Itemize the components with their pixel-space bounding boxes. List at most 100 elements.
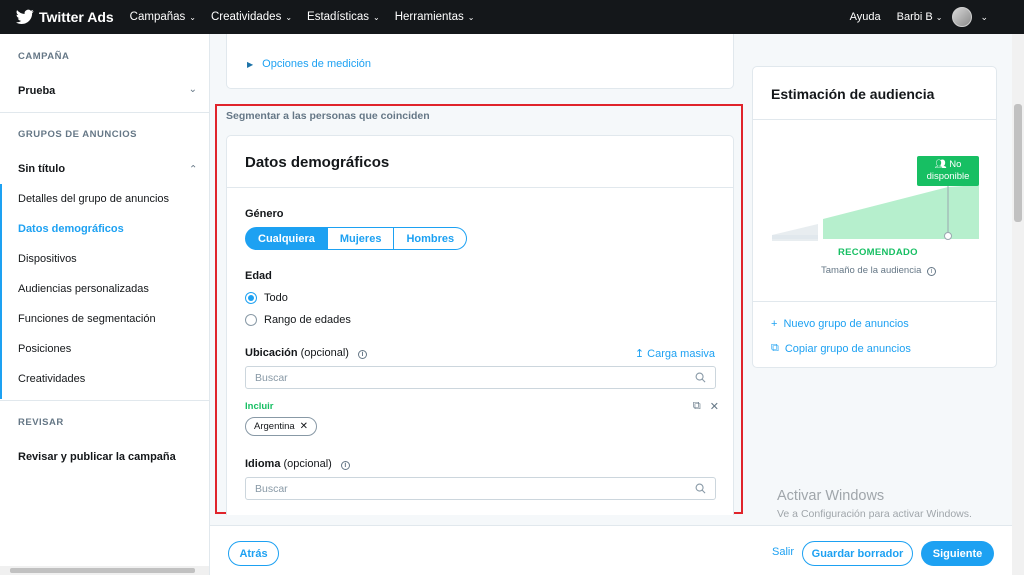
radio-selected-icon: [245, 292, 257, 304]
sidebar-item-creatives[interactable]: Creatividades: [18, 373, 85, 385]
campaign-name[interactable]: Prueba: [18, 85, 55, 97]
windows-activation-subtitle: Ve a Configuración para activar Windows.: [777, 508, 972, 520]
audience-title: Estimación de audiencia: [771, 86, 935, 102]
save-draft-button[interactable]: Guardar borrador: [802, 541, 913, 566]
gender-any-button[interactable]: Cualquiera: [245, 227, 328, 250]
vertical-scrollbar[interactable]: [1012, 34, 1024, 575]
brand-name: Twitter Ads: [39, 9, 114, 25]
age-all-label: Todo: [264, 292, 288, 304]
recommended-label: RECOMENDADO: [838, 247, 918, 258]
chevron-down-icon: ⌄: [189, 12, 196, 22]
search-icon: [695, 372, 706, 383]
location-chip-label: Argentina: [254, 421, 295, 432]
menu-campaigns[interactable]: Campañas ⌄: [130, 11, 196, 23]
gender-label: Género: [245, 208, 284, 220]
audience-size-label: Tamaño de la audiencia i: [821, 265, 936, 276]
chevron-down-icon[interactable]: ⌄: [980, 12, 988, 23]
menu-creatives-label: Creatividades: [211, 11, 282, 23]
language-label-text: Idioma: [245, 458, 281, 470]
caret-right-icon: ▶: [247, 59, 254, 69]
demographics-title: Datos demográficos: [245, 154, 390, 171]
gender-women-button[interactable]: Mujeres: [327, 227, 395, 250]
sidebar-item-adgroup-details[interactable]: Detalles del grupo de anuncios: [18, 193, 169, 205]
help-link[interactable]: Ayuda: [850, 11, 881, 23]
scrollbar-thumb[interactable]: [10, 568, 195, 573]
location-search: [245, 366, 716, 389]
recommended-baseline: [823, 235, 979, 239]
info-icon[interactable]: i: [340, 461, 350, 470]
new-adgroup-link[interactable]: + Nuevo grupo de anuncios: [771, 318, 909, 330]
location-chip: Argentina ✕: [245, 417, 318, 436]
bulk-upload-link[interactable]: ↥ Carga masiva: [635, 347, 715, 360]
copy-adgroup-link[interactable]: ⧉ Copiar grupo de anuncios: [771, 342, 911, 355]
scrollbar-thumb[interactable]: [1014, 104, 1022, 222]
language-search-input[interactable]: [255, 482, 675, 495]
chevron-down-icon[interactable]: ⌄: [189, 84, 197, 95]
sidebar-item-placements[interactable]: Posiciones: [18, 343, 71, 355]
age-range-radio[interactable]: Rango de edades: [245, 314, 351, 326]
horizontal-scrollbar[interactable]: [0, 566, 209, 575]
campaign-heading: CAMPAÑA: [18, 51, 70, 62]
divider: [753, 301, 996, 302]
avatar[interactable]: [952, 7, 973, 27]
plus-icon: +: [771, 318, 778, 330]
menu-tools-label: Herramientas: [394, 11, 464, 23]
sidebar-item-demographics[interactable]: Datos demográficos: [18, 223, 124, 235]
gender-men-button[interactable]: Hombres: [394, 227, 468, 250]
demographics-card: Datos demográficos Género Cualquiera Muj…: [226, 135, 734, 515]
sidebar-item-custom-audiences[interactable]: Audiencias personalizadas: [18, 283, 149, 295]
top-navigation-bar: Twitter Ads Campañas ⌄ Creatividades ⌄ Est…: [0, 0, 1024, 34]
next-button[interactable]: Siguiente: [921, 541, 994, 566]
measurement-options-toggle[interactable]: ▶ Opciones de medición: [247, 58, 371, 70]
account-name: Barbi B: [896, 11, 933, 23]
menu-creatives[interactable]: Creatividades ⌄: [211, 11, 292, 23]
radio-unselected-icon: [245, 314, 257, 326]
status-badge: 👥︎ No disponible: [917, 156, 979, 186]
audience-estimate-card: Estimación de audiencia 👥︎ No disponible…: [752, 66, 997, 368]
menu-campaigns-label: Campañas: [129, 11, 186, 23]
include-label: Incluir: [245, 401, 274, 412]
exit-link[interactable]: Salir: [772, 546, 794, 558]
chevron-down-icon: ⌄: [285, 12, 293, 22]
measurement-card: ▶ Opciones de medición: [226, 34, 734, 89]
marker-point: [944, 232, 952, 240]
divider: [753, 119, 996, 120]
copy-adgroup-label: Copiar grupo de anuncios: [784, 342, 911, 355]
divider: [0, 400, 209, 401]
segment-label: Segmentar a las personas que coinciden: [226, 110, 430, 122]
language-search: [245, 477, 716, 500]
adgroup-name[interactable]: Sin título: [18, 163, 65, 175]
upload-icon: ↥: [634, 348, 645, 360]
audience-size-text: Tamaño de la audiencia: [821, 265, 922, 276]
menu-statistics[interactable]: Estadísticas ⌄: [307, 11, 380, 23]
chevron-up-icon[interactable]: ⌄: [189, 162, 197, 173]
info-icon[interactable]: i: [927, 267, 936, 276]
review-publish-link[interactable]: Revisar y publicar la campaña: [18, 451, 176, 463]
narrow-baseline: [772, 235, 818, 239]
menu-tools[interactable]: Herramientas ⌄: [395, 11, 475, 23]
sidebar-item-targeting-features[interactable]: Funciones de segmentación: [18, 313, 156, 325]
sidebar-item-devices[interactable]: Dispositivos: [18, 253, 77, 265]
copy-icon[interactable]: ⧉: [693, 400, 701, 413]
location-search-input[interactable]: [255, 371, 675, 384]
age-all-radio[interactable]: Todo: [245, 292, 288, 304]
twitter-bird-icon: [16, 9, 34, 24]
chevron-down-icon: ⌄: [935, 12, 943, 22]
close-icon[interactable]: ✕: [710, 400, 719, 413]
copy-icon: ⧉: [771, 342, 779, 354]
location-label-text: Ubicación: [245, 347, 298, 359]
location-optional: (opcional): [300, 347, 349, 359]
chevron-down-icon: ⌄: [373, 12, 380, 22]
account-menu[interactable]: Barbi B ⌄: [897, 11, 943, 23]
back-button[interactable]: Atrás: [228, 541, 279, 566]
review-heading: REVISAR: [18, 417, 64, 428]
active-section-indicator: [0, 184, 2, 399]
status-badge-label: No disponible: [926, 159, 970, 182]
language-label: Idioma (opcional) i: [245, 458, 350, 470]
remove-icon[interactable]: ✕: [300, 421, 308, 432]
sidebar: CAMPAÑA Prueba ⌄ GRUPOS DE ANUNCIOS Sin …: [0, 34, 210, 575]
brand-logo[interactable]: Twitter Ads: [16, 9, 114, 25]
age-label: Edad: [245, 270, 272, 282]
info-icon[interactable]: i: [358, 350, 368, 359]
divider: [227, 187, 733, 188]
